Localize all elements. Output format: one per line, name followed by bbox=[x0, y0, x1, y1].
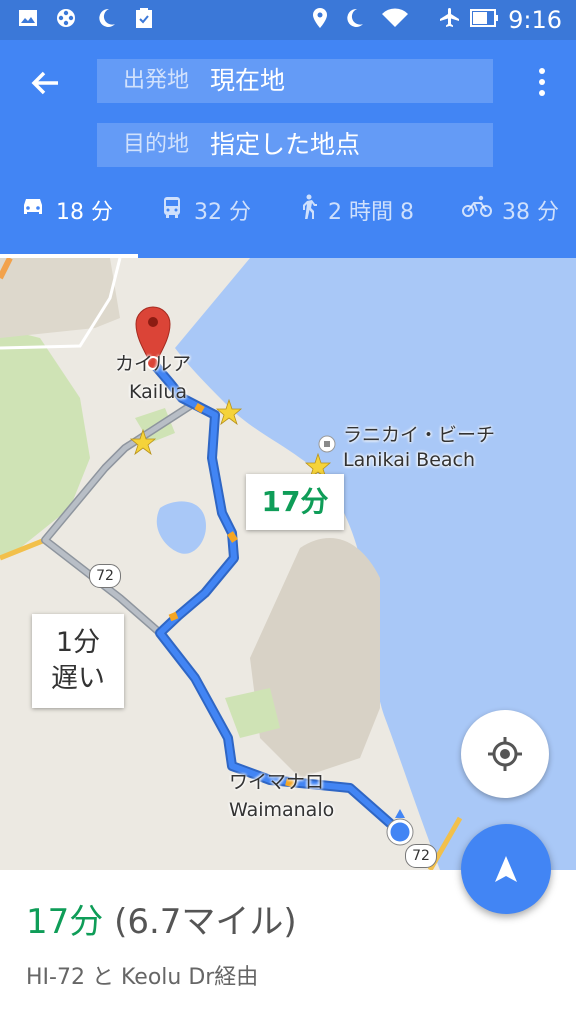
car-icon bbox=[20, 195, 46, 225]
film-reel-icon bbox=[54, 6, 78, 38]
route-summary: 17分 (6.7マイル) bbox=[26, 900, 297, 944]
bus-icon bbox=[160, 195, 184, 225]
alternate-route-callout[interactable]: 1分 遅い bbox=[32, 614, 124, 708]
traffic-segment bbox=[227, 531, 238, 543]
status-bar: 9:16 bbox=[0, 0, 576, 40]
map-view[interactable]: カイルア Kailua ラニカイ・ビーチ Lanikai Beach ワイマナロ… bbox=[0, 258, 576, 870]
destination-field[interactable]: 目的地 指定した地点 bbox=[97, 123, 493, 167]
navigation-arrow-icon bbox=[495, 856, 517, 882]
map-label-kailua-jp: カイルア bbox=[115, 353, 192, 375]
dot bbox=[539, 79, 545, 85]
place-marker-glyph bbox=[324, 441, 330, 447]
more-options-button[interactable] bbox=[538, 68, 546, 98]
map-label-waimanalo-en: Waimanalo bbox=[229, 799, 335, 821]
origin-value: 現在地 bbox=[210, 66, 286, 95]
map-label-lanikai-en: Lanikai Beach bbox=[343, 449, 476, 471]
route-shield: 72 bbox=[89, 564, 121, 588]
origin-field[interactable]: 出発地 現在地 bbox=[97, 59, 493, 103]
wifi-icon bbox=[380, 6, 410, 38]
directions-header: 出発地 現在地 目的地 指定した地点 18 分 32 分 2 時間 8 38 分 bbox=[0, 40, 576, 258]
tab-transit[interactable]: 32 分 bbox=[160, 190, 251, 230]
dot bbox=[539, 68, 545, 74]
clipboard-check-icon bbox=[132, 6, 156, 38]
traffic-segment bbox=[194, 402, 205, 414]
back-button[interactable] bbox=[24, 62, 66, 104]
airplane-icon bbox=[438, 6, 462, 38]
destination-label: 目的地 bbox=[123, 132, 190, 157]
moon-icon bbox=[342, 6, 366, 38]
arrow-left-icon bbox=[31, 71, 58, 95]
route-duration: 17分 bbox=[26, 902, 104, 942]
tab-car[interactable]: 18 分 bbox=[20, 190, 113, 230]
route-via: HI-72 と Keolu Dr経由 bbox=[26, 965, 259, 990]
walking-icon bbox=[298, 194, 318, 226]
dot bbox=[539, 90, 545, 96]
image-icon bbox=[16, 6, 40, 38]
crosshair-icon bbox=[488, 737, 522, 771]
bicycle-icon bbox=[462, 195, 492, 225]
tab-bike[interactable]: 38 分 bbox=[462, 190, 559, 230]
tab-transit-label: 32 分 bbox=[194, 200, 251, 225]
tab-car-label: 18 分 bbox=[56, 200, 113, 225]
start-navigation-button[interactable] bbox=[461, 824, 551, 914]
alternate-route-time: 1分 bbox=[55, 627, 101, 658]
tab-walk[interactable]: 2 時間 8 bbox=[298, 190, 414, 230]
map-label-lanikai-jp: ラニカイ・ビーチ bbox=[343, 424, 496, 446]
my-location-button[interactable] bbox=[461, 710, 549, 798]
route-shield: 72 bbox=[405, 844, 437, 868]
destination-value: 指定した地点 bbox=[210, 130, 361, 159]
clock: 9:16 bbox=[508, 6, 562, 34]
battery-icon bbox=[470, 6, 500, 38]
origin-label: 出発地 bbox=[123, 68, 190, 93]
map-label-waimanalo-jp: ワイマナロ bbox=[229, 771, 325, 793]
route-distance: (6.7マイル) bbox=[114, 902, 297, 942]
tab-walk-label: 2 時間 8 bbox=[328, 200, 414, 225]
route-duration-callout[interactable]: 17分 bbox=[246, 474, 344, 530]
alternate-route-delay: 遅い bbox=[51, 663, 105, 694]
map-label-kailua-en: Kailua bbox=[129, 381, 188, 403]
moon-icon bbox=[94, 6, 118, 38]
tab-bike-label: 38 分 bbox=[502, 200, 559, 225]
traffic-segment bbox=[168, 611, 179, 622]
location-pin-icon bbox=[308, 6, 332, 38]
